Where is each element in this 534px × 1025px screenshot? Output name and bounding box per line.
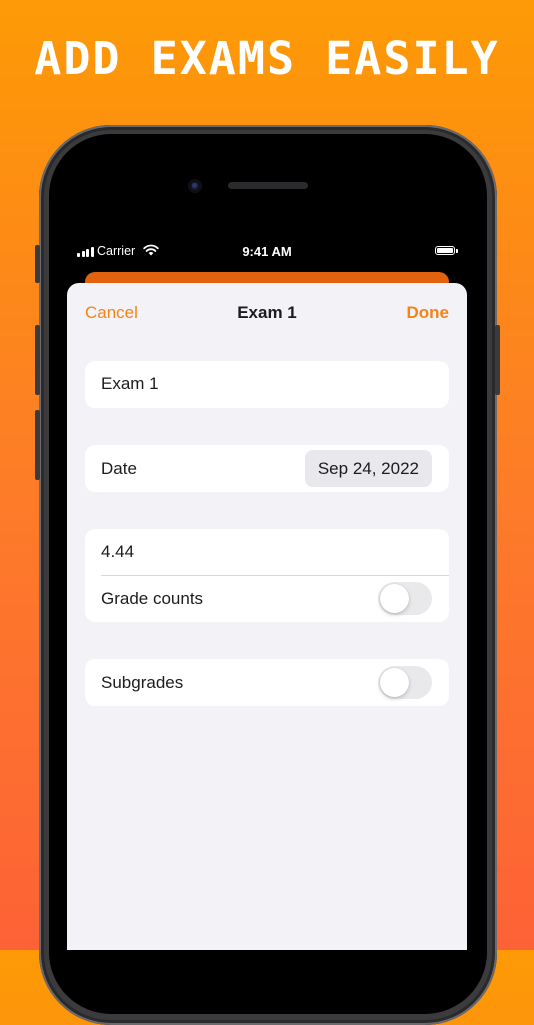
phone-screen: Carrier 9:41 AM Cancel Exam 1 Done Exam …	[67, 239, 467, 950]
grade-counts-toggle[interactable]	[378, 582, 432, 615]
grade-group: 4.44 Grade counts	[85, 529, 449, 622]
edit-exam-sheet: Cancel Exam 1 Done Exam 1 Date Sep 24, 2…	[67, 283, 467, 950]
date-label: Date	[101, 459, 137, 478]
subgrades-toggle[interactable]	[378, 666, 432, 699]
date-group: Date Sep 24, 2022	[85, 445, 449, 492]
grade-field[interactable]: 4.44	[101, 542, 433, 562]
battery-icon	[435, 246, 458, 255]
nav-bar: Cancel Exam 1 Done	[67, 283, 467, 343]
front-camera	[188, 179, 202, 193]
promo-headline: ADD EXAMS EASILY	[34, 32, 500, 85]
date-picker-button[interactable]: Sep 24, 2022	[304, 450, 432, 487]
earpiece-speaker	[228, 182, 308, 189]
phone-power-button	[495, 325, 500, 395]
exam-name-group: Exam 1	[85, 361, 449, 408]
exam-name-field[interactable]: Exam 1	[101, 374, 433, 394]
subgrades-group: Subgrades	[85, 659, 449, 706]
phone-silent-switch	[35, 245, 40, 283]
subgrades-label: Subgrades	[101, 673, 184, 692]
toggle-knob	[380, 584, 409, 613]
row-separator	[101, 575, 449, 576]
toggle-knob	[380, 668, 409, 697]
grade-counts-label: Grade counts	[101, 589, 204, 608]
phone-volume-down-button	[35, 410, 40, 480]
phone-volume-up-button	[35, 325, 40, 395]
status-bar: Carrier 9:41 AM	[67, 239, 467, 265]
status-time: 9:41 AM	[242, 244, 292, 259]
done-button[interactable]: Done	[407, 303, 450, 323]
